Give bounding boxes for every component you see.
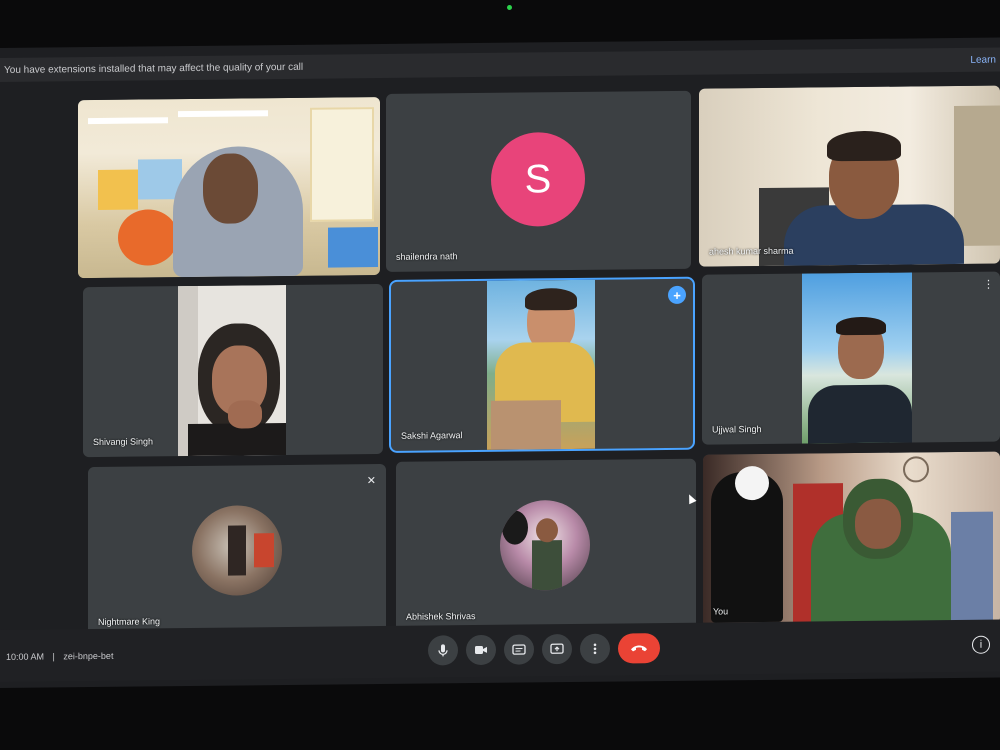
participant-name: Nightmare King bbox=[98, 616, 161, 627]
participant-name: ahesh kumar sharma bbox=[709, 245, 794, 257]
participant-tile[interactable]: Abhishek Shrivas bbox=[396, 458, 696, 632]
participant-tile[interactable]: You bbox=[703, 451, 1000, 627]
participant-tile[interactable]: S shailendra nath bbox=[386, 90, 691, 272]
meet-window: You have extensions installed that may a… bbox=[0, 37, 1000, 688]
participant-tile[interactable]: Shivangi Singh bbox=[83, 283, 383, 458]
participant-video bbox=[78, 97, 380, 279]
participant-name: shailendra nath bbox=[396, 251, 458, 262]
participant-name: You bbox=[713, 606, 729, 617]
end-call-icon bbox=[631, 645, 647, 652]
participant-grid: S shailendra nath ahesh kumar sharma Shi… bbox=[0, 38, 1000, 688]
microphone-icon bbox=[438, 644, 448, 657]
participant-video bbox=[802, 272, 912, 444]
camera-button[interactable] bbox=[466, 634, 496, 666]
participant-video bbox=[699, 85, 1000, 267]
meeting-info-icon[interactable]: i bbox=[972, 635, 990, 654]
participant-video bbox=[178, 285, 286, 457]
camera-icon bbox=[475, 645, 487, 655]
more-options-button[interactable] bbox=[580, 633, 610, 664]
captions-icon bbox=[512, 644, 526, 655]
meeting-details: 10:00 AM | zei-bnpe-bet bbox=[6, 651, 113, 662]
webcam-light bbox=[507, 5, 512, 10]
participant-tile[interactable] bbox=[78, 97, 380, 279]
participant-video bbox=[703, 451, 1000, 627]
participant-name: Ujjwal Singh bbox=[712, 424, 762, 435]
participant-video bbox=[487, 279, 595, 450]
participant-tile[interactable]: ahesh kumar sharma bbox=[699, 85, 1000, 267]
pin-icon[interactable]: + bbox=[668, 285, 686, 305]
participant-avatar: S bbox=[491, 131, 585, 227]
end-call-button[interactable] bbox=[618, 633, 660, 664]
microphone-button[interactable] bbox=[428, 635, 458, 666]
present-icon bbox=[550, 643, 564, 654]
mic-off-icon: ⋮ bbox=[983, 278, 994, 291]
participant-avatar bbox=[192, 505, 282, 596]
meeting-controls-bar: 10:00 AM | zei-bnpe-bet i bbox=[0, 619, 1000, 682]
meeting-time: 10:00 AM bbox=[6, 651, 45, 662]
present-button[interactable] bbox=[542, 634, 572, 665]
more-options-icon bbox=[593, 643, 597, 655]
participant-name: Abhishek Shrivas bbox=[406, 611, 476, 622]
participant-name: Sakshi Agarwal bbox=[401, 430, 463, 441]
participant-tile[interactable]: ✕ Nightmare King bbox=[88, 463, 386, 638]
participant-name: Shivangi Singh bbox=[93, 436, 154, 448]
participant-avatar bbox=[500, 499, 590, 591]
meeting-separator: | bbox=[52, 651, 55, 662]
participant-tile[interactable]: ⋮ Ujjwal Singh bbox=[702, 271, 1000, 445]
captions-button[interactable] bbox=[504, 634, 534, 665]
mic-off-icon: ✕ bbox=[366, 475, 376, 488]
participant-tile[interactable]: + Sakshi Agarwal bbox=[389, 276, 695, 453]
meeting-code: zei-bnpe-bet bbox=[63, 650, 114, 662]
